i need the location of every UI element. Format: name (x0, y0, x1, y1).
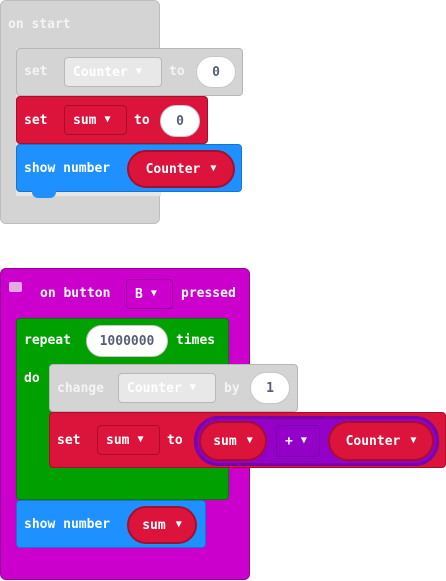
chevron-down-icon: ▼ (300, 435, 307, 446)
chevron-down-icon: ▼ (189, 382, 196, 393)
set-sum-variable-dropdown[interactable]: sum ▼ (64, 105, 127, 135)
change-variable-dropdown[interactable]: Counter ▼ (118, 373, 216, 403)
do-label: do (24, 371, 40, 386)
chevron-down-icon: ▼ (210, 163, 217, 174)
reporter-label: Counter (145, 161, 201, 177)
set-sum-to-label: to (134, 113, 150, 128)
chevron-down-icon: ▼ (175, 519, 182, 530)
set-counter-value-input[interactable]: 0 (196, 56, 236, 88)
set-sum-variable-dropdown[interactable]: sum ▼ (97, 425, 160, 455)
reporter-label: sum (213, 433, 237, 449)
dropdown-label: Counter (73, 64, 128, 80)
show-number-label: show number (24, 517, 111, 532)
dropdown-label: Counter (127, 380, 182, 396)
set-counter-variable-dropdown[interactable]: Counter ▼ (64, 57, 162, 87)
chevron-down-icon: ▼ (104, 114, 111, 125)
repeat-count-input[interactable]: 1000000 (86, 325, 168, 357)
sum-variable-reporter[interactable]: sum ▼ (199, 421, 267, 461)
show-number-label: show number (24, 161, 111, 176)
comment-icon[interactable] (9, 282, 22, 292)
counter-variable-reporter[interactable]: Counter ▼ (127, 150, 235, 188)
set-sum-set-label: set (57, 433, 81, 448)
operator-dropdown[interactable]: + ▼ (276, 425, 320, 457)
sum-variable-reporter[interactable]: sum ▼ (127, 506, 197, 544)
chevron-down-icon: ▼ (135, 66, 142, 77)
change-label: change (57, 381, 104, 396)
set-counter-set-label: set (24, 64, 48, 79)
dropdown-label: sum (73, 112, 97, 128)
on-button-label: on button (40, 286, 111, 301)
change-by-label: by (224, 381, 240, 396)
on-start-label: on start (8, 17, 71, 32)
button-dropdown[interactable]: B ▼ (126, 279, 173, 309)
set-sum-to-label: to (167, 433, 183, 448)
show-number-notch (32, 190, 56, 198)
change-value-input[interactable]: 1 (250, 372, 290, 404)
reporter-label: Counter (345, 433, 401, 449)
chevron-down-icon: ▼ (246, 435, 253, 446)
dropdown-label: B (135, 286, 143, 302)
chevron-down-icon: ▼ (150, 288, 157, 299)
times-label: times (176, 333, 216, 348)
dropdown-label: + (285, 433, 293, 449)
counter-variable-reporter[interactable]: Counter ▼ (328, 421, 434, 461)
set-counter-to-label: to (169, 64, 185, 79)
repeat-label: repeat (24, 333, 71, 348)
set-sum-value-input[interactable]: 0 (160, 105, 200, 137)
dropdown-label: sum (106, 432, 130, 448)
pressed-label: pressed (181, 286, 236, 301)
chevron-down-icon: ▼ (137, 434, 144, 445)
reporter-label: sum (142, 517, 166, 533)
set-sum-set-label: set (24, 113, 48, 128)
chevron-down-icon: ▼ (410, 435, 417, 446)
